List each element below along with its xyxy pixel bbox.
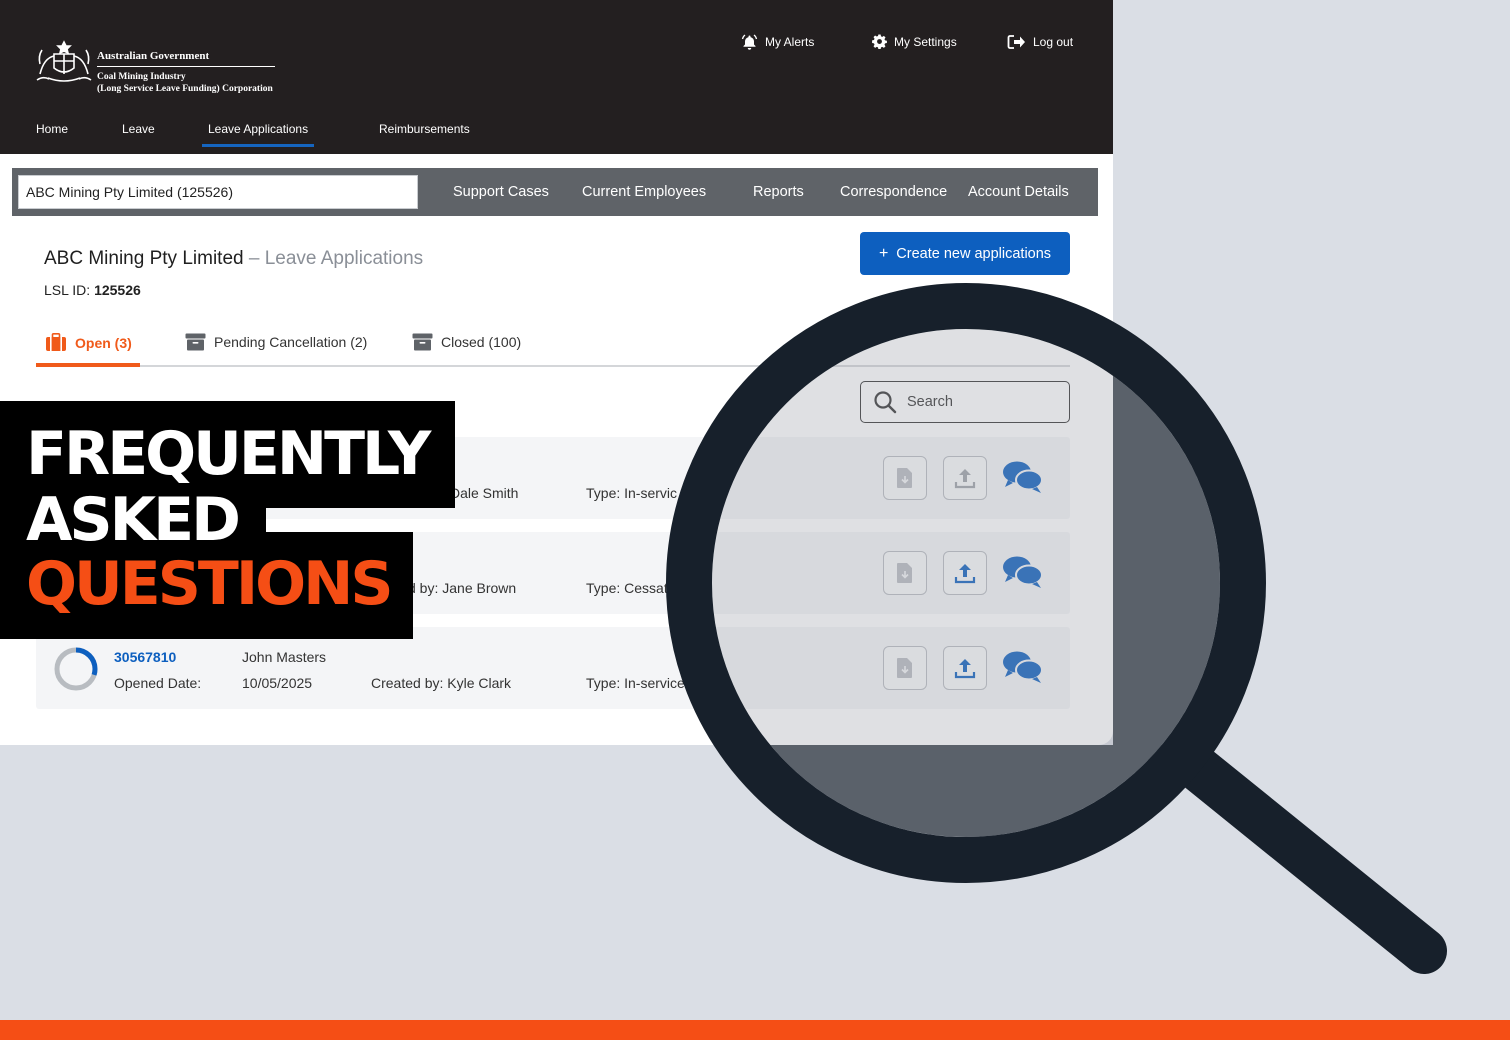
faq-heading-line-3: QUESTIONS: [26, 549, 394, 619]
faq-heading-line-1: FREQUENTLY: [26, 419, 431, 489]
bottom-accent-bar: [0, 1020, 1510, 1040]
magnifier-handle: [1177, 747, 1447, 974]
faq-heading-line-2: ASKED: [26, 485, 241, 555]
